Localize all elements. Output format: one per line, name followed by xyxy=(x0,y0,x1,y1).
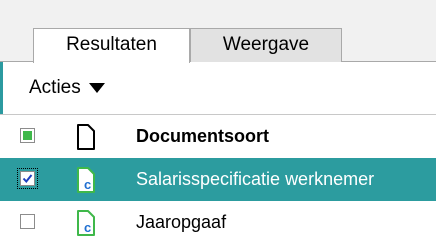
column-header-documentsoort[interactable]: Documentsoort xyxy=(136,115,269,158)
document-header-icon xyxy=(77,124,95,150)
toolbar: Acties xyxy=(3,62,436,114)
tab-weergave[interactable]: Weergave xyxy=(190,28,342,62)
row-checkbox[interactable] xyxy=(17,168,38,189)
row-label: Salarisspecificatie werknemer xyxy=(136,169,375,189)
row-label: Jaaropgaaf xyxy=(136,212,227,232)
checkmark-icon xyxy=(22,174,33,184)
tab-resultaten[interactable]: Resultaten xyxy=(33,28,190,63)
select-all-checkbox[interactable] xyxy=(20,128,35,143)
actions-menu-button[interactable]: Acties xyxy=(29,76,105,100)
svg-text:c: c xyxy=(84,177,91,192)
tab-resultaten-label: Resultaten xyxy=(66,34,157,55)
row-checkbox[interactable] xyxy=(20,214,35,229)
svg-text:c: c xyxy=(84,220,91,235)
caret-down-icon xyxy=(88,83,105,93)
table-row[interactable]: c Jaaropgaaf xyxy=(0,201,436,244)
tab-weergave-label: Weergave xyxy=(222,34,310,55)
table-row[interactable]: c Salarisspecificatie werknemer xyxy=(0,158,436,201)
document-c-icon: c xyxy=(77,167,95,193)
actions-menu-label: Acties xyxy=(29,77,81,98)
table-header-row: Documentsoort xyxy=(0,115,436,158)
document-c-icon: c xyxy=(77,210,95,236)
